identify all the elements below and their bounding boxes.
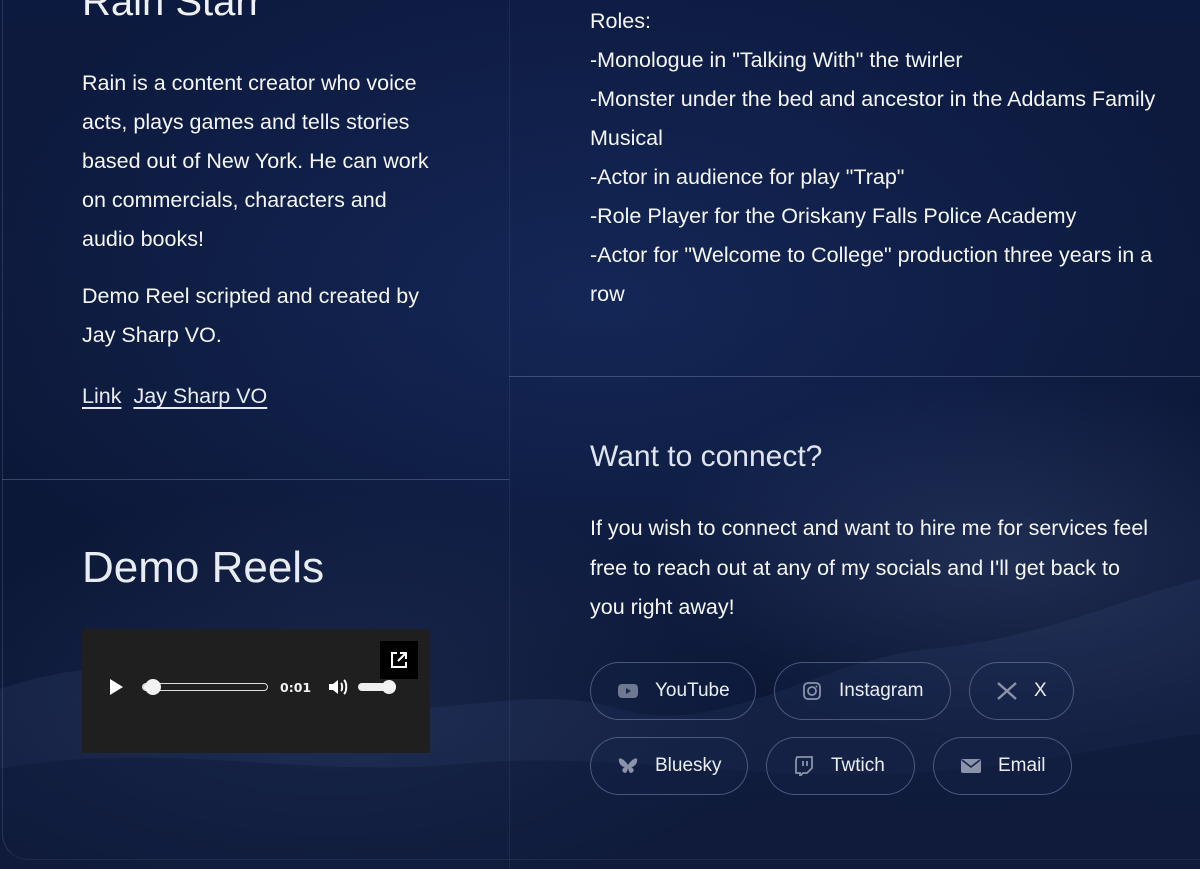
play-icon (110, 679, 123, 695)
youtube-button[interactable]: YouTube (590, 662, 756, 720)
bluesky-icon (617, 755, 639, 777)
twitch-button[interactable]: Twtich (766, 737, 915, 795)
social-label: Twtich (831, 755, 885, 776)
profile-heading: Rain Starr (82, 0, 263, 24)
external-link-icon (391, 652, 407, 668)
profile-links: Link Jay Sharp VO (82, 384, 273, 409)
demo-reels-heading: Demo Reels (82, 543, 325, 592)
youtube-icon (617, 680, 639, 702)
player-controls: 0:01 (104, 673, 404, 701)
twitch-icon (793, 755, 815, 777)
social-label: X (1034, 680, 1047, 701)
bio-text: Rain is a content creator who voice acts… (82, 71, 429, 251)
social-label: Bluesky (655, 755, 722, 776)
social-label: Instagram (839, 680, 924, 701)
mute-button[interactable] (326, 675, 350, 699)
social-label: YouTube (655, 680, 730, 701)
audio-player: 0:01 (82, 629, 430, 753)
roles-line: Roles: (590, 9, 651, 33)
current-time: 0:01 (280, 679, 312, 695)
page: Rain Starr Rain is a content creator who… (0, 0, 1200, 869)
bluesky-button[interactable]: Bluesky (590, 737, 748, 795)
instagram-icon (801, 680, 823, 702)
column-divider (509, 0, 510, 869)
connect-heading: Want to connect? (590, 440, 823, 473)
seek-thumb[interactable] (145, 679, 162, 695)
email-button[interactable]: Email (933, 737, 1072, 795)
bio-section: Rain is a content creator who voice acts… (82, 64, 442, 355)
volume-slider[interactable] (358, 680, 396, 694)
volume-thumb[interactable] (382, 680, 396, 694)
roles-line: -Monster under the bed and ancestor in t… (590, 87, 1156, 150)
seek-bar[interactable] (142, 679, 268, 695)
roles-line: -Actor in audience for play "Trap" (590, 165, 905, 189)
play-button[interactable] (104, 675, 128, 699)
roles-line: -Actor for "Welcome to College" producti… (590, 243, 1153, 306)
link-label[interactable]: Link (82, 384, 121, 408)
social-label: Email (998, 755, 1046, 776)
roles-line: -Monologue in "Talking With" the twirler (590, 48, 963, 72)
section-divider-right (509, 376, 1200, 377)
section-divider-left (2, 479, 509, 480)
roles-line: -Role Player for the Oriskany Falls Poli… (590, 204, 1077, 228)
jay-sharp-link[interactable]: Jay Sharp VO (133, 384, 267, 408)
email-icon (960, 755, 982, 777)
connect-text: If you wish to connect and want to hire … (590, 516, 1149, 619)
roles-list: Roles: -Monologue in "Talking With" the … (590, 2, 1170, 314)
volume-icon (329, 679, 348, 695)
credit-text: Demo Reel scripted and created by Jay Sh… (82, 284, 420, 347)
x-button[interactable]: X (969, 662, 1074, 720)
x-icon (996, 680, 1018, 702)
instagram-button[interactable]: Instagram (774, 662, 951, 720)
